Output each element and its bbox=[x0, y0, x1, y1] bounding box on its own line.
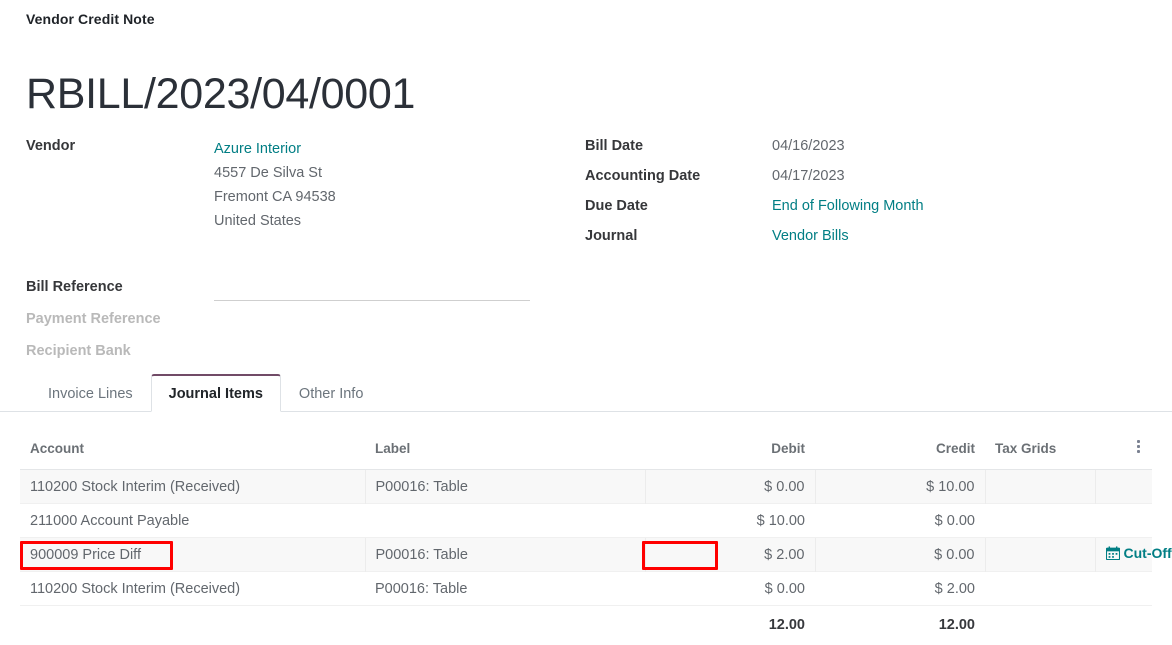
table-row[interactable]: 110200 Stock Interim (Received) P00016: … bbox=[20, 470, 1152, 504]
cell-debit[interactable]: $ 0.00 bbox=[645, 572, 815, 606]
cell-tax-grids[interactable] bbox=[985, 572, 1095, 606]
cell-debit[interactable]: $ 2.00 bbox=[645, 538, 815, 572]
cell-credit[interactable]: $ 2.00 bbox=[815, 572, 985, 606]
bill-reference-label: Bill Reference bbox=[26, 277, 214, 295]
cut-off-button[interactable]: Cut-Off bbox=[1106, 545, 1172, 561]
table-row[interactable]: 110200 Stock Interim (Received) P00016: … bbox=[20, 572, 1152, 606]
field-accounting-date: Accounting Date 04/17/2023 bbox=[585, 166, 1065, 196]
cell-action: Cut-Off bbox=[1095, 538, 1152, 572]
cell-tax-grids[interactable] bbox=[985, 504, 1095, 538]
vendor-address-line-1: 4557 De Silva St bbox=[214, 161, 336, 185]
totals-debit: 12.00 bbox=[645, 606, 815, 642]
table-header-row: Account Label Debit Credit Tax Grids bbox=[20, 428, 1152, 470]
field-bill-date: Bill Date 04/16/2023 bbox=[585, 136, 1065, 166]
bill-date-value[interactable]: 04/16/2023 bbox=[772, 136, 845, 154]
recipient-bank-label: Recipient Bank bbox=[26, 341, 214, 359]
cell-tax-grids[interactable] bbox=[985, 538, 1095, 572]
cut-off-label: Cut-Off bbox=[1124, 545, 1172, 561]
tab-strip: Invoice Lines Journal Items Other Info bbox=[0, 374, 1172, 412]
vendor-address-line-2: Fremont CA 94538 bbox=[214, 185, 336, 209]
cell-credit[interactable]: $ 10.00 bbox=[815, 470, 985, 504]
column-header-account[interactable]: Account bbox=[20, 428, 365, 470]
cell-action bbox=[1095, 470, 1152, 504]
accounting-date-value[interactable]: 04/17/2023 bbox=[772, 166, 845, 184]
totals-credit: 12.00 bbox=[815, 606, 985, 642]
totals-spacer-account bbox=[20, 606, 365, 642]
vendor-label: Vendor bbox=[26, 136, 214, 154]
field-journal: Journal Vendor Bills bbox=[585, 226, 1065, 256]
form-left-column: Vendor Azure Interior 4557 De Silva St F… bbox=[26, 136, 546, 371]
table-row[interactable]: 900009 Price Diff P00016: Table $ 2.00 $… bbox=[20, 538, 1152, 572]
vendor-value-block: Azure Interior 4557 De Silva St Fremont … bbox=[214, 136, 336, 233]
cell-action bbox=[1095, 572, 1152, 606]
cell-tax-grids[interactable] bbox=[985, 470, 1095, 504]
column-header-credit[interactable]: Credit bbox=[815, 428, 985, 470]
cell-label[interactable]: P00016: Table bbox=[365, 572, 645, 606]
payment-reference-label: Payment Reference bbox=[26, 309, 214, 327]
totals-spacer-label bbox=[365, 606, 645, 642]
vendor-address-line-3: United States bbox=[214, 209, 336, 233]
calendar-icon bbox=[1106, 546, 1120, 560]
page-title: RBILL/2023/04/0001 bbox=[26, 71, 415, 118]
field-payment-reference: Payment Reference bbox=[26, 309, 546, 339]
field-bill-reference: Bill Reference bbox=[26, 277, 546, 307]
cell-label[interactable]: P00016: Table bbox=[365, 538, 645, 572]
due-date-value[interactable]: End of Following Month bbox=[772, 196, 924, 214]
bill-date-label: Bill Date bbox=[585, 136, 772, 154]
tab-invoice-lines[interactable]: Invoice Lines bbox=[30, 374, 151, 412]
field-vendor: Vendor Azure Interior 4557 De Silva St F… bbox=[26, 136, 546, 233]
column-header-debit[interactable]: Debit bbox=[645, 428, 815, 470]
table-totals-row: 12.00 12.00 bbox=[20, 606, 1152, 642]
cell-account[interactable]: 211000 Account Payable bbox=[20, 504, 365, 538]
cell-credit[interactable]: $ 0.00 bbox=[815, 504, 985, 538]
tab-journal-items[interactable]: Journal Items bbox=[151, 374, 281, 412]
tab-other-info[interactable]: Other Info bbox=[281, 374, 381, 412]
due-date-label: Due Date bbox=[585, 196, 772, 214]
field-due-date: Due Date End of Following Month bbox=[585, 196, 1065, 226]
totals-spacer-options bbox=[1095, 606, 1152, 642]
field-recipient-bank: Recipient Bank bbox=[26, 341, 546, 371]
column-header-label[interactable]: Label bbox=[365, 428, 645, 470]
vendor-name-link[interactable]: Azure Interior bbox=[214, 137, 336, 161]
journal-items-table: Account Label Debit Credit Tax Grids 110… bbox=[20, 428, 1152, 642]
cell-account[interactable]: 110200 Stock Interim (Received) bbox=[20, 572, 365, 606]
breadcrumb[interactable]: Vendor Credit Note bbox=[26, 11, 155, 27]
cell-label[interactable]: P00016: Table bbox=[365, 470, 645, 504]
cell-debit[interactable]: $ 10.00 bbox=[645, 504, 815, 538]
accounting-date-label: Accounting Date bbox=[585, 166, 772, 184]
column-options-header bbox=[1095, 428, 1152, 470]
table-row[interactable]: 211000 Account Payable $ 10.00 $ 0.00 bbox=[20, 504, 1152, 538]
totals-spacer-tax-grids bbox=[985, 606, 1095, 642]
cell-label[interactable] bbox=[365, 504, 645, 538]
cell-debit[interactable]: $ 0.00 bbox=[645, 470, 815, 504]
bill-reference-input[interactable] bbox=[214, 277, 530, 301]
cell-account[interactable]: 900009 Price Diff bbox=[20, 538, 365, 572]
vendor-credit-note-form: Vendor Credit Note RBILL/2023/04/0001 Ve… bbox=[0, 0, 1172, 645]
cell-credit[interactable]: $ 0.00 bbox=[815, 538, 985, 572]
form-right-column: Bill Date 04/16/2023 Accounting Date 04/… bbox=[585, 136, 1065, 256]
journal-label: Journal bbox=[585, 226, 772, 244]
journal-value[interactable]: Vendor Bills bbox=[772, 226, 849, 244]
cell-account[interactable]: 110200 Stock Interim (Received) bbox=[20, 470, 365, 504]
column-header-tax-grids[interactable]: Tax Grids bbox=[985, 428, 1095, 470]
cell-action bbox=[1095, 504, 1152, 538]
vertical-dots-icon[interactable] bbox=[1135, 438, 1142, 455]
